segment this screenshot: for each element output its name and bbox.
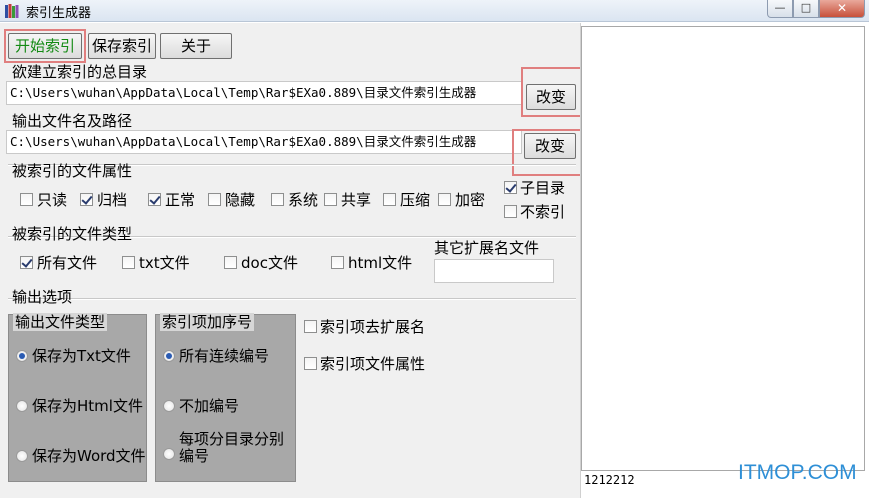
file-types-label: 被索引的文件类型	[12, 225, 133, 243]
title-bar: 索引生成器 — □ ✕	[0, 0, 869, 22]
status-text: 1212212	[584, 473, 635, 487]
hidden-checkbox[interactable]	[208, 193, 221, 206]
hidden-label: 隐藏	[225, 191, 256, 209]
strip-extension-label: 索引项去扩展名	[320, 318, 426, 336]
system-label: 系统	[288, 191, 319, 209]
save-txt-label: 保存为Txt文件	[32, 347, 131, 365]
root-dir-field[interactable]: C:\Users\wuhan\AppData\Local\Temp\Rar$EX…	[6, 81, 522, 105]
save-word-label: 保存为Word文件	[32, 447, 146, 465]
numbering-group: 索引项加序号 所有连续编号 不加编号 每项分目录分别编号	[155, 313, 296, 482]
encrypted-checkbox[interactable]	[438, 193, 451, 206]
shared-label: 共享	[341, 191, 372, 209]
system-checkbox[interactable]	[271, 193, 284, 206]
root-dir-label: 欲建立索引的总目录	[12, 63, 148, 81]
subdirectory-checkbox[interactable]	[504, 181, 517, 194]
encrypted-label: 加密	[455, 191, 486, 209]
per-dir-numbering-radio[interactable]	[163, 448, 175, 460]
save-index-button[interactable]: 保存索引	[88, 33, 156, 59]
html-files-label: html文件	[348, 254, 413, 272]
item-attributes-label: 索引项文件属性	[320, 355, 426, 373]
no-index-label: 不索引	[520, 203, 566, 221]
output-options-label: 输出选项	[12, 288, 73, 306]
attributes-label: 被索引的文件属性	[12, 162, 133, 180]
start-button-highlight	[4, 29, 86, 63]
minimize-button[interactable]: —	[767, 0, 793, 18]
html-files-checkbox[interactable]	[331, 256, 344, 269]
output-file-type-group: 输出文件类型 保存为Txt文件 保存为Html文件 保存为Word文件	[8, 313, 147, 482]
normal-label: 正常	[165, 191, 196, 209]
output-file-type-title: 输出文件类型	[13, 313, 108, 331]
save-html-radio[interactable]	[16, 400, 28, 412]
readonly-label: 只读	[37, 191, 68, 209]
maximize-button[interactable]: □	[793, 0, 819, 18]
save-txt-radio[interactable]	[16, 350, 28, 362]
no-numbering-label: 不加编号	[179, 397, 240, 415]
all-files-checkbox[interactable]	[20, 256, 33, 269]
doc-files-checkbox[interactable]	[224, 256, 237, 269]
per-dir-numbering-label: 每项分目录分别编号	[179, 430, 285, 465]
all-files-label: 所有文件	[37, 254, 98, 272]
save-html-label: 保存为Html文件	[32, 397, 143, 415]
output-path-field[interactable]: C:\Users\wuhan\AppData\Local\Temp\Rar$EX…	[6, 130, 522, 154]
divider	[8, 298, 576, 300]
item-attributes-checkbox[interactable]	[304, 357, 317, 370]
shared-checkbox[interactable]	[324, 193, 337, 206]
window-title: 索引生成器	[26, 6, 92, 21]
doc-files-label: doc文件	[241, 254, 298, 272]
no-numbering-radio[interactable]	[163, 400, 175, 412]
txt-files-checkbox[interactable]	[122, 256, 135, 269]
compressed-label: 压缩	[400, 191, 431, 209]
normal-checkbox[interactable]	[148, 193, 161, 206]
output-preview-area[interactable]	[581, 26, 865, 471]
watermark-logo: ITMOP.COM	[738, 461, 857, 484]
settings-panel: 开始索引 保存索引 关于 欲建立索引的总目录 C:\Users\wuhan\Ap…	[0, 23, 596, 498]
numbering-title: 索引项加序号	[160, 313, 255, 331]
continuous-numbering-radio[interactable]	[163, 350, 175, 362]
txt-files-label: txt文件	[139, 254, 190, 272]
other-ext-input[interactable]	[434, 259, 554, 283]
close-button[interactable]: ✕	[819, 0, 865, 18]
subdirectory-label: 子目录	[520, 179, 566, 197]
other-ext-label: 其它扩展名文件	[434, 239, 540, 257]
output-path-label: 输出文件名及路径	[12, 112, 133, 130]
archive-checkbox[interactable]	[80, 193, 93, 206]
continuous-numbering-label: 所有连续编号	[179, 347, 270, 365]
save-word-radio[interactable]	[16, 450, 28, 462]
app-books-icon	[5, 4, 19, 18]
compressed-checkbox[interactable]	[383, 193, 396, 206]
readonly-checkbox[interactable]	[20, 193, 33, 206]
about-button[interactable]: 关于	[160, 33, 232, 59]
archive-label: 归档	[97, 191, 128, 209]
strip-extension-checkbox[interactable]	[304, 320, 317, 333]
no-index-checkbox[interactable]	[504, 205, 517, 218]
output-change-highlight	[512, 129, 586, 176]
